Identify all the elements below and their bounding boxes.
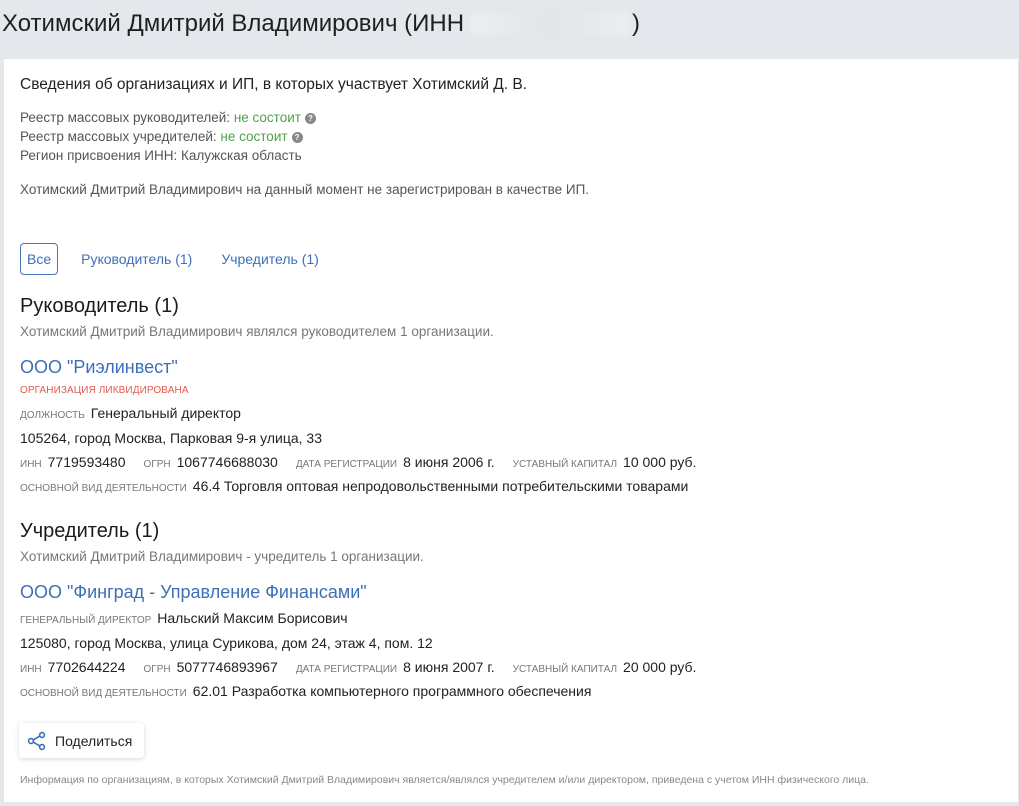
address-value: 105264, город Москва, Парковая 9-я улица… (20, 430, 322, 446)
inn-label: ИНН (20, 459, 42, 470)
page-title-close: ) (632, 10, 641, 37)
registry-founders-line: Реестр массовых учредителей: не состоит? (20, 129, 303, 144)
reg-date-value: 8 июня 2006 г. (403, 454, 495, 470)
question-icon[interactable]: ? (291, 132, 303, 143)
org-link-rielinvest[interactable]: ООО "Риэлинвест" (20, 357, 178, 378)
ogrn-label: ОГРН (143, 664, 171, 675)
activity-value: 46.4 Торговля оптовая непродовольственны… (192, 478, 689, 494)
inn-value: 7702644224 (47, 659, 126, 675)
director-row: Генеральный директор Нальский Максим Бор… (20, 610, 348, 626)
registry-leaders-value: не состоит (233, 110, 301, 125)
ogrn-label: ОГРН (143, 459, 171, 470)
ip-status-note: Хотимский Дмитрий Владимирович на данный… (20, 182, 590, 197)
capital-label: Уставный капитал (512, 664, 618, 675)
capital-value: 20 000 руб. (623, 659, 697, 675)
activity-label: Основной вид деятельности (20, 483, 187, 494)
director-label: Генеральный директор (20, 615, 152, 626)
ogrn-value: 5077746893967 (176, 659, 278, 675)
inn-label: ИНН (20, 664, 42, 675)
intro-title: Сведения об организациях и ИП, в которых… (20, 76, 528, 93)
tab-leader[interactable]: Руководитель (1) (81, 251, 192, 267)
capital-value: 10 000 руб. (623, 454, 697, 470)
address-value: 125080, город Москва, улица Сурикова, до… (20, 635, 433, 651)
requisites-row: ИНН 7702644224 ОГРН 5077746893967 Дата р… (20, 659, 714, 675)
inn-value: 7719593480 (47, 454, 126, 470)
reg-date-label: Дата регистрации (295, 664, 398, 675)
region-line: Регион присвоения ИНН: Калужская область (20, 148, 302, 163)
activity-label: Основной вид деятельности (20, 688, 187, 699)
registry-founders-value: не состоит (220, 129, 288, 144)
status-badge: Организация ликвидирована (20, 385, 189, 396)
founder-section-subtitle: Хотимский Дмитрий Владимирович - учредит… (20, 549, 424, 564)
position-row: должность Генеральный директор (20, 405, 241, 421)
filter-tabs: Все Руководитель (1) Учредитель (1) (20, 243, 348, 275)
registry-founders-label: Реестр массовых учредителей: (20, 129, 217, 144)
tab-founder[interactable]: Учредитель (1) (221, 251, 318, 267)
leader-section-subtitle: Хотимский Дмитрий Владимирович являлся р… (20, 324, 494, 339)
activity-value: 62.01 Разработка компьютерного программн… (192, 683, 592, 699)
activity-row: Основной вид деятельности 62.01 Разработ… (20, 683, 591, 699)
leader-section-title: Руководитель (1) (20, 295, 179, 317)
address-row: 125080, город Москва, улица Сурикова, до… (20, 635, 433, 651)
activity-row: Основной вид деятельности 46.4 Торговля … (20, 478, 688, 494)
share-icon (27, 731, 46, 750)
requisites-row: ИНН 7719593480 ОГРН 1067746688030 Дата р… (20, 454, 714, 470)
registry-leaders-label: Реестр массовых руководителей: (20, 110, 231, 125)
position-label: должность (20, 410, 85, 421)
capital-label: Уставный капитал (512, 459, 618, 470)
director-value: Нальский Максим Борисович (157, 610, 348, 626)
org-link-fingrad[interactable]: ООО "Финград - Управление Финансами" (20, 582, 367, 603)
region-value: Калужская область (181, 148, 302, 163)
redacted-inn (470, 13, 631, 35)
founder-section-title: Учредитель (1) (20, 520, 160, 542)
question-icon[interactable]: ? (304, 113, 316, 124)
registry-leaders-line: Реестр массовых руководителей: не состои… (20, 110, 316, 125)
reg-date-value: 8 июня 2007 г. (403, 659, 495, 675)
reg-date-label: Дата регистрации (295, 459, 398, 470)
content-card: Сведения об организациях и ИП, в которых… (3, 58, 1019, 803)
share-label: Поделиться (55, 732, 133, 749)
position-value: Генеральный директор (90, 405, 241, 421)
page-title-text: Хотимский Дмитрий Владимирович (ИНН (2, 10, 465, 37)
tab-all[interactable]: Все (20, 243, 59, 275)
address-row: 105264, город Москва, Парковая 9-я улица… (20, 430, 322, 446)
share-button[interactable]: Поделиться (19, 723, 144, 758)
page-title: Хотимский Дмитрий Владимирович (ИНН ) (2, 10, 640, 38)
footnote: Информация по организациям, в которых Хо… (20, 774, 869, 786)
ogrn-value: 1067746688030 (176, 454, 278, 470)
region-label: Регион присвоения ИНН: (20, 148, 178, 163)
